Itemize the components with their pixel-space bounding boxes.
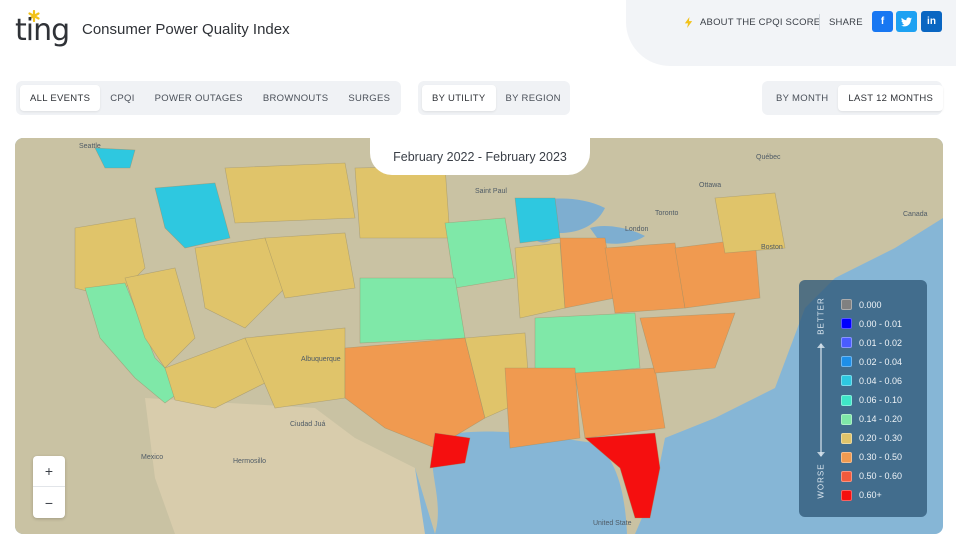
legend-worse-label: WORSE <box>816 463 826 499</box>
filter-all-events[interactable]: ALL EVENTS <box>20 85 101 111</box>
filter-by-month[interactable]: BY MONTH <box>766 85 838 111</box>
legend-worse: WORSE <box>809 461 833 501</box>
filter-surges[interactable]: SURGES <box>338 85 400 111</box>
territory-kansas <box>359 277 466 344</box>
legend-item: 0.01 - 0.02 <box>841 333 921 352</box>
period-filter: BY MONTH LAST 12 MONTHS <box>762 81 944 115</box>
legend-swatch <box>841 375 852 387</box>
lightning-icon <box>684 16 693 28</box>
zoom-in-button[interactable]: + <box>33 456 65 487</box>
territory-wisconsin <box>514 197 561 244</box>
legend-swatch <box>841 451 852 463</box>
logo-text: ting <box>15 13 70 48</box>
legend-item-label: 0.02 - 0.04 <box>859 356 903 367</box>
legend-item-label: 0.60+ <box>859 490 882 501</box>
legend-swatch <box>841 394 852 406</box>
cpqi-legend: BETTER WORSE 0.000 0.00 - 0.01 0.01 - 0.… <box>799 280 927 517</box>
filter-power-outages[interactable]: POWER OUTAGES <box>145 85 253 111</box>
map-label-mexico: Mexico <box>141 454 164 461</box>
map-label-albuquerque: Albuquerque <box>301 356 341 363</box>
legend-item-label: 0.20 - 0.30 <box>859 433 903 444</box>
map-label-toronto: Toronto <box>655 210 679 217</box>
legend-item: 0.06 - 0.10 <box>841 390 921 409</box>
cpqi-map[interactable]: February 2022 - February 2023 Seattle Sa… <box>15 138 943 534</box>
filter-last-12-months[interactable]: LAST 12 MONTHS <box>838 85 944 111</box>
about-cpqi-link[interactable]: ABOUT THE CPQI SCORE <box>683 15 820 29</box>
territory-ohio <box>604 242 686 314</box>
filter-cpqi[interactable]: CPQI <box>100 85 144 111</box>
legend-item: 0.20 - 0.30 <box>841 429 921 448</box>
map-label-ottawa: Ottawa <box>699 182 722 189</box>
zoom-control: + − <box>33 456 65 518</box>
legend-item-label: 0.04 - 0.06 <box>859 375 903 386</box>
twitter-icon <box>901 16 912 26</box>
legend-item-label: 0.30 - 0.50 <box>859 452 903 463</box>
map-label-london: London <box>625 226 649 233</box>
header-actions-background <box>626 0 956 66</box>
header-divider <box>819 14 820 30</box>
legend-items: 0.000 0.00 - 0.01 0.01 - 0.02 0.02 - 0.0… <box>841 295 921 505</box>
date-range-label: February 2022 - February 2023 <box>370 138 590 175</box>
legend-swatch <box>841 337 852 349</box>
legend-swatch <box>841 356 852 368</box>
legend-item: 0.000 <box>841 295 921 314</box>
map-label-hermosillo: Hermosillo <box>233 458 267 465</box>
legend-item: 0.50 - 0.60 <box>841 467 921 486</box>
territory-texas-coast <box>429 432 471 469</box>
legend-swatch <box>841 470 852 482</box>
legend-swatch <box>841 413 852 425</box>
legend-item-label: 0.00 - 0.01 <box>859 318 903 329</box>
legend-item: 0.00 - 0.01 <box>841 314 921 333</box>
territory-montana <box>224 162 356 224</box>
filter-by-region[interactable]: BY REGION <box>496 85 571 111</box>
map-label-ciudad-juarez: Ciudad Juá <box>290 421 326 428</box>
legend-item-label: 0.01 - 0.02 <box>859 337 903 348</box>
filter-brownouts[interactable]: BROWNOUTS <box>253 85 339 111</box>
twitter-share-button[interactable] <box>896 11 917 32</box>
territory-mississippi <box>504 367 581 449</box>
legend-swatch <box>841 489 852 501</box>
event-type-filter: ALL EVENTS CPQI POWER OUTAGES BROWNOUTS … <box>16 81 401 115</box>
map-label-united-states: United State <box>593 520 632 527</box>
territory-dakotas <box>354 165 451 239</box>
linkedin-icon: in <box>927 16 936 27</box>
legend-item-label: 0.50 - 0.60 <box>859 471 903 482</box>
grouping-filter: BY UTILITY BY REGION <box>418 81 570 115</box>
legend-swatch <box>841 432 852 444</box>
map-label-boston: Boston <box>761 244 783 251</box>
territory-missouri <box>514 242 566 319</box>
linkedin-share-button[interactable]: in <box>921 11 942 32</box>
legend-swatch <box>841 318 852 330</box>
legend-item: 0.30 - 0.50 <box>841 448 921 467</box>
legend-better: BETTER <box>809 296 833 336</box>
ting-logo[interactable]: ting <box>15 10 71 50</box>
share-label: SHARE <box>829 17 863 28</box>
filter-by-utility[interactable]: BY UTILITY <box>422 85 496 111</box>
legend-swatch <box>841 299 852 311</box>
header: ting Consumer Power Quality Index ABOUT … <box>0 0 956 72</box>
map-label-quebec: Québec <box>756 154 781 161</box>
legend-item: 0.14 - 0.20 <box>841 410 921 429</box>
map-label-canada: Canada <box>903 211 928 218</box>
legend-scale-direction: BETTER WORSE <box>809 296 833 501</box>
legend-item-label: 0.14 - 0.20 <box>859 414 903 425</box>
legend-item: 0.04 - 0.06 <box>841 371 921 390</box>
legend-better-label: BETTER <box>816 297 826 335</box>
map-label-seattle: Seattle <box>79 143 101 150</box>
facebook-icon: f <box>880 16 885 27</box>
territory-minnesota <box>444 217 516 289</box>
facebook-share-button[interactable]: f <box>872 11 893 32</box>
territory-georgia <box>574 367 666 439</box>
zoom-out-button[interactable]: − <box>33 487 65 518</box>
legend-item-label: 0.000 <box>859 299 882 310</box>
legend-item: 0.02 - 0.04 <box>841 352 921 371</box>
legend-arrow-icon <box>817 343 825 457</box>
about-cpqi-label: ABOUT THE CPQI SCORE <box>700 16 821 28</box>
legend-item-label: 0.06 - 0.10 <box>859 395 903 406</box>
page-title: Consumer Power Quality Index <box>82 21 290 38</box>
map-label-saint-paul: Saint Paul <box>475 188 507 195</box>
legend-item: 0.60+ <box>841 486 921 505</box>
